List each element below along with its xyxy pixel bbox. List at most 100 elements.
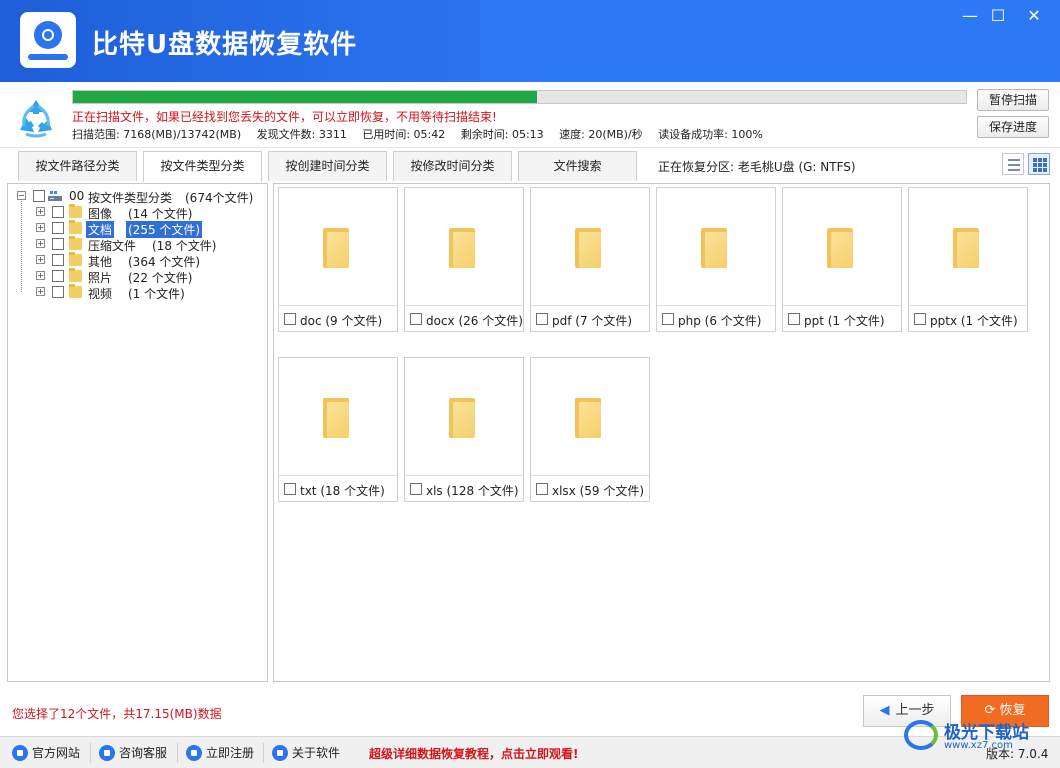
selection-summary: 您选择了12个文件，共17.15(MB)数据: [12, 707, 222, 721]
expand-icon[interactable]: +: [36, 255, 45, 264]
file-type-tile-pdf[interactable]: pdf (7 个文件): [530, 187, 650, 332]
tree-item-videos[interactable]: + 视频 (1 个文件): [8, 284, 267, 301]
scan-stats: 扫描范围: 7168(MB)/13742(MB) 发现文件数: 3311 已用时…: [72, 126, 775, 142]
scan-range: 扫描范围: 7168(MB)/13742(MB): [72, 128, 242, 141]
list-view-icon[interactable]: [1002, 153, 1024, 175]
checkbox[interactable]: [662, 313, 674, 325]
tree-item-archives[interactable]: + 压缩文件 (18 个文件): [8, 236, 267, 253]
checkbox[interactable]: [536, 313, 548, 325]
file-type-tile-ppt[interactable]: ppt (1 个文件): [782, 187, 902, 332]
about-link[interactable]: 关于软件: [272, 744, 340, 762]
tree-item-count: (1 个文件): [128, 287, 185, 301]
folder-icon: [69, 220, 82, 234]
tile-label: xlsx (59 个文件): [552, 484, 645, 498]
checkbox[interactable]: [410, 483, 422, 495]
tile-label: ppt (1 个文件): [804, 314, 885, 328]
checkbox[interactable]: [52, 206, 64, 218]
checkbox[interactable]: [914, 313, 926, 325]
expand-icon[interactable]: +: [36, 271, 45, 280]
scan-progress-bar: [72, 90, 967, 104]
read-success-rate: 读设备成功率: 100%: [658, 128, 763, 141]
support-label: 咨询客服: [119, 746, 168, 760]
elapsed-time: 已用时间: 05:42: [362, 128, 446, 141]
folder-icon: [323, 228, 349, 268]
tab-file-search[interactable]: 文件搜索: [518, 151, 637, 181]
tile-label: txt (18 个文件): [300, 484, 385, 498]
folder-icon: [69, 236, 82, 250]
tab-by-type[interactable]: 按文件类型分类: [143, 151, 262, 182]
file-type-tile-txt[interactable]: txt (18 个文件): [278, 357, 398, 502]
file-type-tile-php[interactable]: php (6 个文件): [656, 187, 776, 332]
checkbox[interactable]: [52, 238, 64, 250]
save-progress-button[interactable]: 保存进度: [977, 116, 1049, 138]
scan-message: 正在扫描文件，如果已经找到您丢失的文件，可以立即恢复，不用等待扫描结束!: [72, 110, 497, 124]
folder-icon: [701, 228, 727, 268]
file-type-tile-pptx[interactable]: pptx (1 个文件): [908, 187, 1028, 332]
tutorial-link[interactable]: 超级详细数据恢复教程，点击立即观看!: [369, 745, 578, 762]
expand-icon[interactable]: +: [36, 223, 45, 232]
checkbox[interactable]: [52, 254, 64, 266]
checkbox[interactable]: [52, 222, 64, 234]
checkbox[interactable]: [410, 313, 422, 325]
app-title: 比特U盘数据恢复软件: [92, 30, 358, 60]
expand-icon[interactable]: +: [36, 239, 45, 248]
watermark: 极光下载站 www.xz7.com: [900, 716, 1050, 756]
folder-icon: [827, 228, 853, 268]
folder-icon: [575, 398, 601, 438]
file-type-tile-xlsx[interactable]: xlsx (59 个文件): [530, 357, 650, 502]
app-logo-icon: [20, 12, 76, 68]
file-type-tile-xls[interactable]: xls (128 个文件): [404, 357, 524, 502]
tab-by-path[interactable]: 按文件路径分类: [18, 151, 137, 181]
scan-speed: 速度: 20(MB)/秒: [559, 128, 643, 141]
folder-icon: [449, 398, 475, 438]
home-icon: [12, 745, 28, 761]
checkbox[interactable]: [284, 313, 296, 325]
checkbox[interactable]: [52, 286, 64, 298]
tab-by-created-time[interactable]: 按创建时间分类: [268, 151, 387, 181]
title-bar: 比特U盘数据恢复软件 — ☐ ✕: [0, 0, 1060, 82]
category-tree: − 00 按文件类型分类 (674个文件) + 图像 (14 个文件) + 文档…: [7, 183, 268, 682]
partition-label: 正在恢复分区: 老毛桃U盘 (G: NTFS): [658, 160, 856, 174]
checkbox[interactable]: [284, 483, 296, 495]
remaining-time: 剩余时间: 05:13: [460, 128, 544, 141]
tile-label: php (6 个文件): [678, 314, 762, 328]
found-count: 发现文件数: 3311: [256, 128, 347, 141]
file-type-tile-doc[interactable]: doc (9 个文件): [278, 187, 398, 332]
folder-icon: [69, 284, 82, 298]
checkbox[interactable]: [52, 270, 64, 282]
watermark-logo-icon: [904, 720, 938, 750]
collapse-icon[interactable]: −: [17, 191, 26, 200]
checkbox[interactable]: [788, 313, 800, 325]
folder-icon: [575, 228, 601, 268]
checkbox[interactable]: [33, 190, 45, 202]
tile-label: pdf (7 个文件): [552, 314, 633, 328]
minimize-button[interactable]: —: [956, 4, 984, 28]
grid-view-icon[interactable]: [1028, 153, 1050, 175]
register-label: 立即注册: [206, 746, 255, 760]
register-link[interactable]: 立即注册: [186, 744, 254, 762]
file-type-tile-docx[interactable]: docx (26 个文件): [404, 187, 524, 332]
expand-icon[interactable]: +: [36, 287, 45, 296]
official-site-label: 官方网站: [32, 746, 81, 760]
expand-icon[interactable]: +: [36, 207, 45, 216]
maximize-button[interactable]: ☐: [984, 4, 1012, 28]
close-button[interactable]: ✕: [1020, 4, 1048, 28]
official-site-link[interactable]: 官方网站: [12, 744, 80, 762]
tree-item-other[interactable]: + 其他 (364 个文件): [8, 252, 267, 269]
recycle-icon: [20, 100, 52, 138]
tile-label: pptx (1 个文件): [930, 314, 1018, 328]
chat-icon: [99, 745, 115, 761]
support-link[interactable]: 咨询客服: [99, 744, 167, 762]
folder-icon: [69, 204, 82, 218]
scan-status-area: 正在扫描文件，如果已经找到您丢失的文件，可以立即恢复，不用等待扫描结束! 扫描范…: [0, 82, 1060, 148]
tree-item-photos[interactable]: + 照片 (22 个文件): [8, 268, 267, 285]
about-label: 关于软件: [292, 746, 341, 760]
watermark-url: www.xz7.com: [944, 740, 1013, 751]
tree-root-id: 00: [69, 189, 85, 203]
pause-scan-button[interactable]: 暂停扫描: [977, 89, 1049, 111]
checkbox[interactable]: [536, 483, 548, 495]
tab-by-modified-time[interactable]: 按修改时间分类: [393, 151, 512, 181]
tree-root[interactable]: − 00 按文件类型分类 (674个文件): [8, 188, 267, 205]
tree-item-images[interactable]: + 图像 (14 个文件): [8, 204, 267, 221]
tree-item-documents[interactable]: + 文档 (255 个文件): [8, 220, 267, 238]
